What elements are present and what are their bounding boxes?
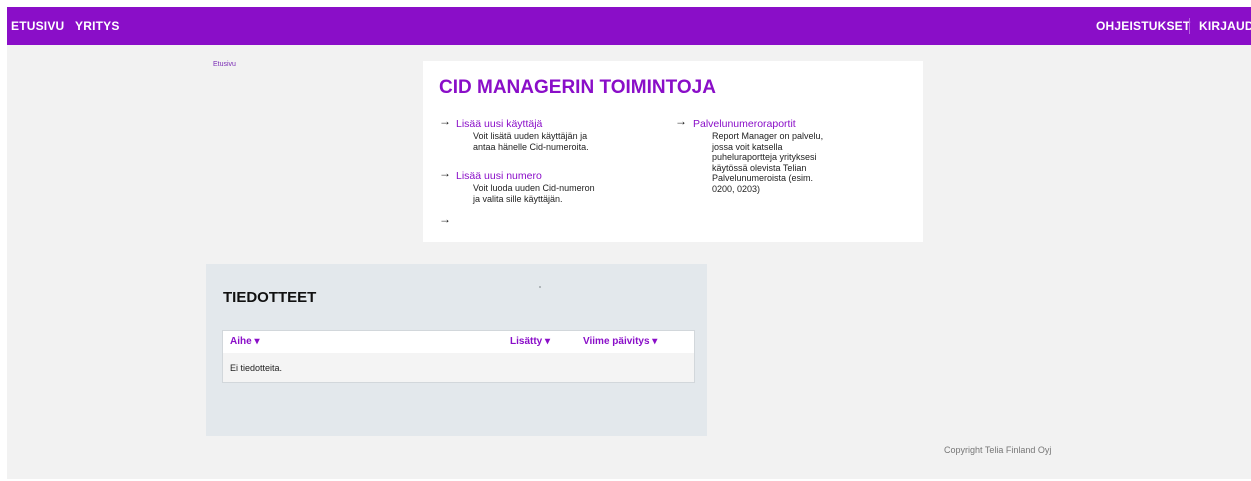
cid-manager-panel: CID MANAGERIN TOIMINTOJA → Lisää uusi kä… <box>423 61 923 242</box>
nav-yritys[interactable]: YRITYS <box>75 19 120 33</box>
column-aihe-sort[interactable]: Aihe ▾ <box>230 336 259 347</box>
page: ETUSIVU YRITYS OHJEISTUKSET KIRJAUD Etus… <box>7 7 1251 479</box>
service-number-reports-description: Report Manager on palvelu, jossa voit ka… <box>712 131 824 194</box>
arrow-right-icon: → <box>439 212 451 226</box>
nav-etusivu[interactable]: ETUSIVU <box>11 19 64 33</box>
announcements-panel: TIEDOTTEET Aihe ▾ Lisätty ▾ Viime päivit… <box>206 264 707 436</box>
add-user-link[interactable]: Lisää uusi käyttäjä <box>456 118 542 130</box>
cid-panel-title: CID MANAGERIN TOIMINTOJA <box>439 77 716 98</box>
nav-ohjeistukset[interactable]: OHJEISTUKSET <box>1096 19 1190 33</box>
empty-message: Ei tiedotteita. <box>230 363 283 373</box>
copyright-text: Copyright Telia Finland Oyj <box>944 445 1052 455</box>
table-header: Aihe ▾ Lisätty ▾ Viime päivitys ▾ <box>223 331 694 353</box>
service-number-reports-link[interactable]: Palvelunumeroraportit <box>693 118 796 130</box>
arrow-right-icon: → <box>439 114 451 128</box>
decorative-dot <box>539 286 541 288</box>
top-navigation-bar: ETUSIVU YRITYS OHJEISTUKSET KIRJAUD <box>7 7 1251 45</box>
add-number-link[interactable]: Lisää uusi numero <box>456 170 542 182</box>
arrow-right-icon: → <box>439 166 451 180</box>
breadcrumb[interactable]: Etusivu <box>213 61 236 68</box>
announcements-title: TIEDOTTEET <box>223 289 317 306</box>
add-number-description: Voit luoda uuden Cid-numeron ja valita s… <box>473 183 595 204</box>
arrow-right-icon: → <box>675 114 687 128</box>
add-user-description: Voit lisätä uuden käyttäjän ja antaa hän… <box>473 131 589 152</box>
nav-kirjaudu[interactable]: KIRJAUD <box>1199 19 1251 33</box>
nav-divider <box>1189 18 1190 34</box>
announcements-table: Aihe ▾ Lisätty ▾ Viime päivitys ▾ Ei tie… <box>222 330 695 383</box>
column-viime-paivitys-sort[interactable]: Viime päivitys ▾ <box>583 336 657 347</box>
column-lisatty-sort[interactable]: Lisätty ▾ <box>510 336 550 347</box>
